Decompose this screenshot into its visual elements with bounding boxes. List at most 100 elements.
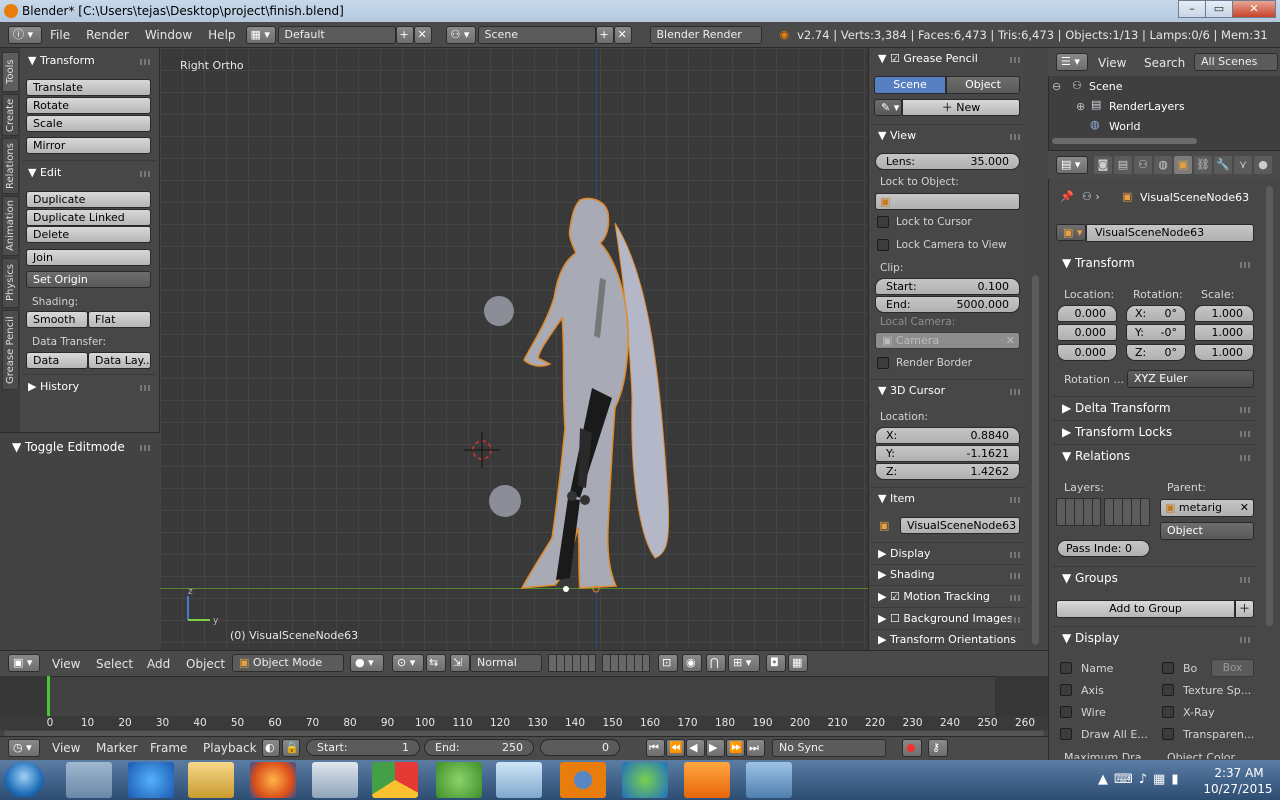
- transform-panel-header[interactable]: ▼ Transform: [28, 54, 95, 67]
- motion-tracking-panel-header[interactable]: ▶ ☑ Motion Tracking: [878, 590, 990, 603]
- toggle-editmode-header[interactable]: ▼ Toggle Editmode: [12, 440, 125, 454]
- maximize-button[interactable]: ▭: [1205, 0, 1233, 18]
- display-axis-checkbox[interactable]: [1060, 684, 1072, 696]
- menu-window[interactable]: Window: [145, 28, 192, 42]
- smooth-button[interactable]: Smooth: [26, 311, 88, 328]
- lock-camera-checkbox[interactable]: [877, 239, 889, 251]
- start-frame-field[interactable]: Start: 1: [306, 739, 420, 756]
- marker-menu[interactable]: Marker: [96, 741, 137, 755]
- panel-grip-icon[interactable]: [1010, 389, 1022, 395]
- object-browse-icon[interactable]: ▣ ▾: [1056, 224, 1086, 241]
- play-reverse-icon[interactable]: ◀: [686, 739, 705, 757]
- view-panel-header[interactable]: ▼ View: [878, 129, 916, 142]
- menu-render[interactable]: Render: [86, 28, 129, 42]
- object-tab-icon[interactable]: ▣: [1174, 156, 1192, 174]
- delete-layout-icon[interactable]: ✕: [413, 25, 432, 44]
- add-layout-icon[interactable]: +: [395, 25, 414, 44]
- layer-grid-a[interactable]: [1056, 498, 1101, 526]
- outliner-display-mode-select[interactable]: All Scenes: [1194, 53, 1278, 71]
- mirror-button[interactable]: Mirror: [26, 137, 151, 154]
- add-to-group-button[interactable]: Add to Group: [1056, 600, 1235, 618]
- panel-grip-icon[interactable]: [1010, 573, 1022, 579]
- collapse-icon[interactable]: ⊖: [1052, 80, 1061, 93]
- keyboard-app-icon[interactable]: [312, 762, 358, 798]
- display-wire-checkbox[interactable]: [1060, 706, 1072, 718]
- start-button-icon[interactable]: [4, 762, 44, 798]
- panel-grip-icon[interactable]: [1010, 617, 1022, 623]
- screen-layout-field[interactable]: Default: [277, 25, 396, 44]
- transform-orientation-icon[interactable]: ⇲: [450, 654, 470, 672]
- add-group-plus-icon[interactable]: ＋: [1235, 600, 1254, 618]
- background-images-panel-header[interactable]: ▶ ☐ Background Images: [878, 612, 1013, 625]
- scene-tab-icon[interactable]: ⚇: [1134, 156, 1152, 174]
- snap-element-icon[interactable]: ⊞ ▾: [728, 654, 760, 672]
- rotation-x-field[interactable]: X: 0°: [1126, 305, 1186, 322]
- render-engine-select[interactable]: Blender Render: [649, 25, 762, 44]
- set-origin-select[interactable]: Set Origin: [26, 271, 151, 288]
- panel-grip-icon[interactable]: [1240, 407, 1252, 413]
- local-camera-field[interactable]: ▣ Camera ✕: [875, 332, 1020, 349]
- properties-editor-type-icon[interactable]: ▤ ▾: [1056, 156, 1088, 174]
- editor-type-info-icon[interactable]: ⓘ ▾: [8, 25, 42, 44]
- tab-animation[interactable]: Animation: [2, 196, 19, 256]
- panel-grip-icon[interactable]: [1240, 455, 1252, 461]
- display-xray-checkbox[interactable]: [1162, 706, 1174, 718]
- cursor-z-field[interactable]: Z: 1.4262: [875, 463, 1020, 480]
- frame-menu[interactable]: Frame: [150, 741, 187, 755]
- scene-icon[interactable]: ⚇ ▾: [445, 25, 476, 44]
- object-name-field[interactable]: VisualSceneNode63: [1086, 224, 1254, 242]
- delete-button[interactable]: Delete: [26, 226, 151, 243]
- screen-layout-icon[interactable]: ▦ ▾: [245, 25, 276, 44]
- pin-icon[interactable]: 📌: [1060, 190, 1074, 203]
- notepad-icon[interactable]: [496, 762, 542, 798]
- playback-menu[interactable]: Playback: [203, 741, 257, 755]
- cursor-x-field[interactable]: X: 0.8840: [875, 427, 1020, 444]
- groups-panel-header[interactable]: ▼ Groups: [1062, 571, 1118, 585]
- menu-file[interactable]: File: [50, 28, 70, 42]
- panel-grip-icon[interactable]: [1240, 262, 1252, 268]
- 3d-cursor-icon[interactable]: [464, 432, 500, 468]
- close-button[interactable]: ✕: [1232, 0, 1276, 18]
- relations-panel-header[interactable]: ▼ Relations: [1062, 449, 1130, 463]
- outliner-editor-type-icon[interactable]: ☰ ▾: [1056, 53, 1088, 71]
- scene-field[interactable]: Scene: [477, 25, 596, 44]
- object-mode-select[interactable]: ▣ Object Mode: [232, 654, 344, 672]
- timeline-view-menu[interactable]: View: [52, 741, 80, 755]
- duplicate-linked-button[interactable]: Duplicate Linked: [26, 209, 151, 226]
- current-frame-field[interactable]: 0: [540, 739, 620, 756]
- item-panel-header[interactable]: ▼ Item: [878, 492, 915, 505]
- duplicate-button[interactable]: Duplicate: [26, 191, 151, 208]
- manipulator-toggle-icon[interactable]: ⇆: [426, 654, 446, 672]
- taskbar-date[interactable]: 10/27/2015: [1200, 782, 1276, 796]
- scale-button[interactable]: Scale: [26, 115, 151, 132]
- parent-field[interactable]: ▣ metarig ✕: [1160, 499, 1254, 517]
- 3d-view-menu[interactable]: View: [52, 657, 80, 671]
- blender-taskbar-icon[interactable]: [560, 762, 606, 798]
- next-keyframe-icon[interactable]: ⏩: [726, 739, 745, 757]
- scene-layers-grid-b[interactable]: [602, 654, 650, 672]
- add-scene-icon[interactable]: +: [595, 25, 614, 44]
- pass-index-field[interactable]: Pass Inde: 0: [1057, 540, 1150, 557]
- panel-grip-icon[interactable]: [1010, 134, 1022, 140]
- panel-grip-icon[interactable]: [1010, 595, 1022, 601]
- clip-end-field[interactable]: End: 5000.000: [875, 296, 1020, 313]
- panel-grip-icon[interactable]: [1010, 497, 1022, 503]
- object-menu[interactable]: Object: [186, 657, 225, 671]
- history-panel-header[interactable]: ▶ History: [28, 380, 79, 393]
- lock-to-object-field[interactable]: ▣: [875, 193, 1020, 210]
- panel-grip-icon[interactable]: [1010, 552, 1022, 558]
- 3d-view-editor-type-icon[interactable]: ▣ ▾: [8, 654, 40, 672]
- jump-start-icon[interactable]: ⏮: [646, 739, 665, 757]
- bounds-type-select[interactable]: Box: [1211, 659, 1254, 677]
- render-tab-icon[interactable]: ◙: [1094, 156, 1112, 174]
- render-layers-tab-icon[interactable]: ▤: [1114, 156, 1132, 174]
- system-tray-icons[interactable]: ▲⌨♪▦▮: [1098, 772, 1185, 787]
- keying-set-icon[interactable]: ⚷: [928, 739, 948, 757]
- pivot-point-icon[interactable]: ⊙ ▾: [392, 654, 424, 672]
- pencil-icon[interactable]: ✎ ▾: [874, 99, 902, 116]
- media-player-icon[interactable]: [66, 762, 112, 798]
- scale-y-field[interactable]: 1.000: [1194, 324, 1254, 341]
- delta-transform-panel-header[interactable]: ▶ Delta Transform: [1062, 401, 1171, 415]
- grease-pencil-panel-header[interactable]: ▼ ☑ Grease Pencil: [878, 52, 978, 65]
- viewport-shading-icon[interactable]: ● ▾: [350, 654, 384, 672]
